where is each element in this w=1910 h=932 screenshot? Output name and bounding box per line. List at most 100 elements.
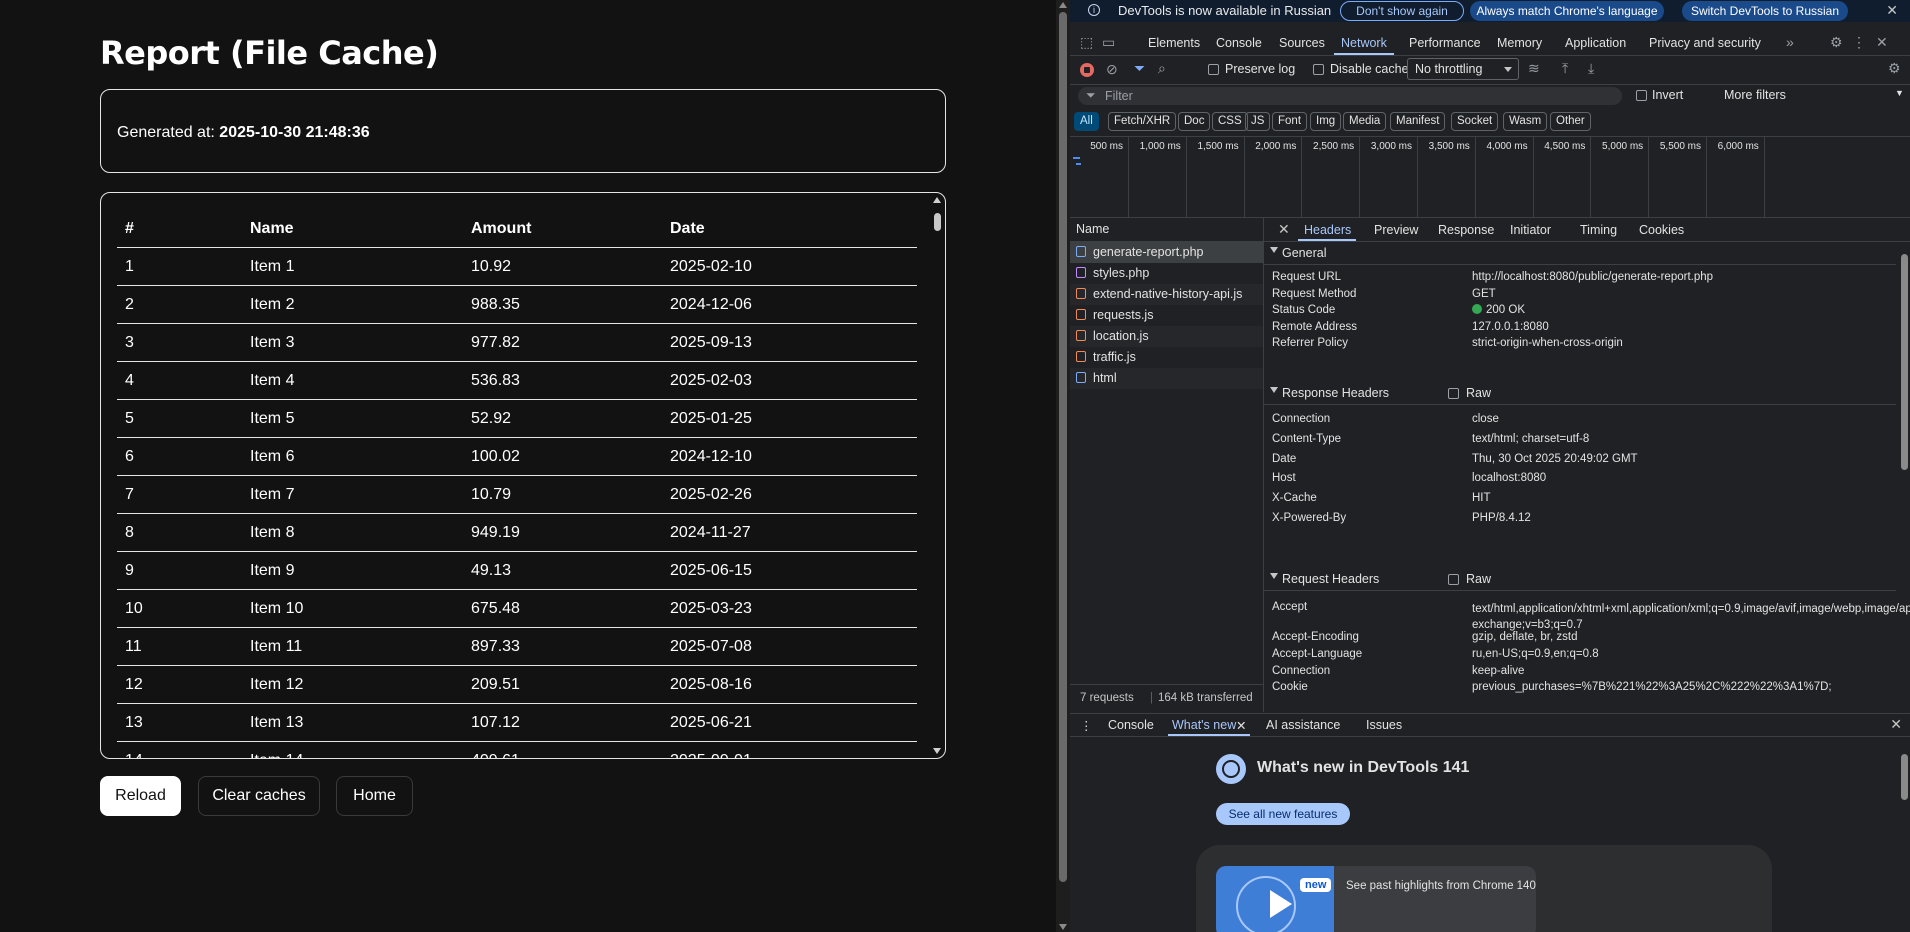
request-row[interactable]: traffic.js (1070, 347, 1263, 368)
detail-tab-cookies[interactable]: Cookies (1639, 223, 1684, 237)
filter-funnel-icon[interactable]: ⏷ (1134, 60, 1145, 77)
type-filter-socket[interactable]: Socket (1451, 112, 1499, 131)
general-section-header[interactable]: General (1264, 242, 1896, 265)
request-row[interactable]: location.js (1070, 326, 1263, 347)
scroll-down-arrow-icon[interactable] (933, 748, 941, 754)
request-headers-section-header[interactable]: Request Headers Raw (1264, 568, 1896, 591)
type-filter-doc[interactable]: Doc (1178, 112, 1211, 131)
tab-sources[interactable]: Sources (1279, 36, 1325, 50)
type-filter-font[interactable]: Font (1272, 112, 1308, 131)
dont-show-again-button[interactable]: Don't show again (1340, 1, 1464, 21)
tab-privacy-security[interactable]: Privacy and security (1649, 36, 1761, 50)
tab-console[interactable]: Console (1216, 36, 1262, 50)
type-filter-manifest[interactable]: Manifest (1390, 112, 1446, 131)
type-filter-img[interactable]: Img (1310, 112, 1342, 131)
network-conditions-icon[interactable]: ≋ (1528, 60, 1540, 77)
type-filter-media[interactable]: Media (1343, 112, 1387, 131)
tab-memory[interactable]: Memory (1497, 36, 1542, 50)
timeline-bar-2 (1076, 163, 1081, 165)
disable-cache-checkbox[interactable] (1313, 64, 1324, 75)
tab-performance[interactable]: Performance (1409, 36, 1481, 50)
drawer-tab-whats-new[interactable]: What's new (1172, 718, 1236, 732)
close-icon[interactable]: ✕ (1278, 221, 1290, 238)
request-row[interactable]: styles.php (1070, 263, 1263, 284)
tab-network[interactable]: Network (1341, 36, 1387, 50)
close-devtools-icon[interactable]: ✕ (1876, 34, 1888, 51)
home-button[interactable]: Home (336, 776, 413, 816)
invert-checkbox[interactable] (1636, 90, 1647, 101)
filter-input[interactable]: ⏷ Filter (1078, 87, 1622, 105)
header-name: Cookie (1272, 681, 1308, 694)
request-row[interactable]: requests.js (1070, 305, 1263, 326)
drawer-tab-issues[interactable]: Issues (1366, 718, 1402, 732)
response-raw-checkbox[interactable] (1448, 388, 1459, 399)
inspect-element-icon[interactable]: ⬚ (1080, 34, 1093, 51)
more-tabs-icon[interactable]: » (1786, 34, 1794, 50)
scroll-up-arrow-icon[interactable] (933, 197, 941, 203)
network-overview-timeline[interactable]: 500 ms 1,000 ms 1,500 ms 2,000 ms 2,500 ms 3,… (1070, 136, 1910, 218)
request-raw-checkbox[interactable] (1448, 574, 1459, 585)
type-filter-js[interactable]: JS (1245, 112, 1271, 131)
detail-tab-preview[interactable]: Preview (1374, 223, 1418, 237)
type-filter-wasm[interactable]: Wasm (1503, 112, 1548, 131)
network-settings-gear-icon[interactable]: ⚙ (1888, 60, 1901, 77)
detail-tab-headers[interactable]: Headers (1304, 223, 1351, 237)
tab-elements[interactable]: Elements (1148, 36, 1200, 50)
detail-scrollbar[interactable] (1898, 242, 1910, 710)
report-table-scroll-area[interactable]: # Name Amount Date 1 Item 1 10.92 2025-02-1… (117, 193, 917, 758)
detail-tab-initiator[interactable]: Initiator (1510, 223, 1551, 237)
table-row: 1 Item 1 10.92 2025-02-10 (117, 247, 917, 286)
type-filter-other[interactable]: Other (1550, 112, 1591, 131)
import-har-icon[interactable]: ⤒ (1562, 60, 1568, 77)
search-icon[interactable]: ⌕ (1158, 60, 1166, 77)
table-scrollbar-thumb[interactable] (934, 213, 941, 231)
table-scrollbar[interactable] (931, 195, 943, 756)
gear-icon[interactable]: ⚙ (1830, 34, 1843, 51)
detail-scrollbar-thumb[interactable] (1901, 254, 1908, 470)
drawer-tab-console[interactable]: Console (1108, 718, 1154, 732)
type-filter-fetch-xhr[interactable]: Fetch/XHR (1108, 112, 1177, 131)
drawer-scrollbar[interactable] (1898, 738, 1910, 932)
scroll-down-arrow-icon[interactable] (1059, 924, 1067, 930)
drawer-menu-icon[interactable]: ⋮ (1080, 718, 1093, 733)
drawer-scrollbar-thumb[interactable] (1901, 754, 1908, 800)
info-icon: i (1088, 4, 1100, 16)
preserve-log-checkbox[interactable] (1208, 64, 1219, 75)
more-filters-button[interactable]: More filters (1724, 88, 1786, 102)
throttling-value: No throttling (1415, 62, 1483, 76)
switch-to-russian-button[interactable]: Switch DevTools to Russian (1682, 1, 1848, 21)
close-whats-new-icon[interactable]: ✕ (1236, 718, 1246, 733)
request-row[interactable]: generate-report.php (1070, 242, 1263, 263)
export-har-icon[interactable]: ⤓ (1588, 60, 1594, 77)
throttling-select[interactable]: No throttling (1407, 58, 1519, 80)
clear-caches-button[interactable]: Clear caches (198, 776, 320, 816)
timeline-tick-label: 6,000 ms (1717, 141, 1759, 152)
tab-application[interactable]: Application (1565, 36, 1626, 50)
device-toolbar-icon[interactable]: ▭ (1102, 34, 1115, 51)
detail-tab-response[interactable]: Response (1438, 223, 1494, 237)
clear-log-icon[interactable]: ⊘ (1106, 61, 1118, 78)
request-row[interactable]: html (1070, 368, 1263, 389)
response-headers-section-header[interactable]: Response Headers Raw (1264, 382, 1896, 405)
drawer-tab-ai-assistance[interactable]: AI assistance (1266, 718, 1340, 732)
header-name: Remote Address (1272, 320, 1358, 333)
past-highlights-item[interactable]: new See past highlights from Chrome 140 (1216, 866, 1536, 932)
type-filter-css[interactable]: CSS (1212, 112, 1248, 131)
detail-tab-timing[interactable]: Timing (1580, 223, 1617, 237)
see-all-features-button[interactable]: See all new features (1216, 803, 1350, 825)
header-name: Content-Type (1272, 432, 1342, 445)
name-column-header: Name (1076, 222, 1110, 236)
page-scrollbar[interactable] (1056, 0, 1070, 932)
scroll-up-arrow-icon[interactable] (1059, 2, 1067, 8)
request-list-header[interactable]: Name (1070, 218, 1263, 242)
reload-button[interactable]: Reload (100, 776, 181, 816)
always-match-language-button[interactable]: Always match Chrome's language (1470, 1, 1664, 21)
report-table-card[interactable]: # Name Amount Date 1 Item 1 10.92 2025-02-1… (100, 192, 946, 759)
close-icon[interactable]: ✕ (1886, 2, 1898, 19)
request-row[interactable]: extend-native-history-api.js (1070, 284, 1263, 305)
page-scrollbar-thumb[interactable] (1059, 12, 1067, 882)
close-drawer-icon[interactable]: ✕ (1890, 716, 1902, 733)
kebab-menu-icon[interactable]: ⋮ (1852, 34, 1866, 51)
type-filter-all[interactable]: All (1074, 112, 1099, 131)
stop-recording-icon[interactable] (1080, 63, 1094, 77)
